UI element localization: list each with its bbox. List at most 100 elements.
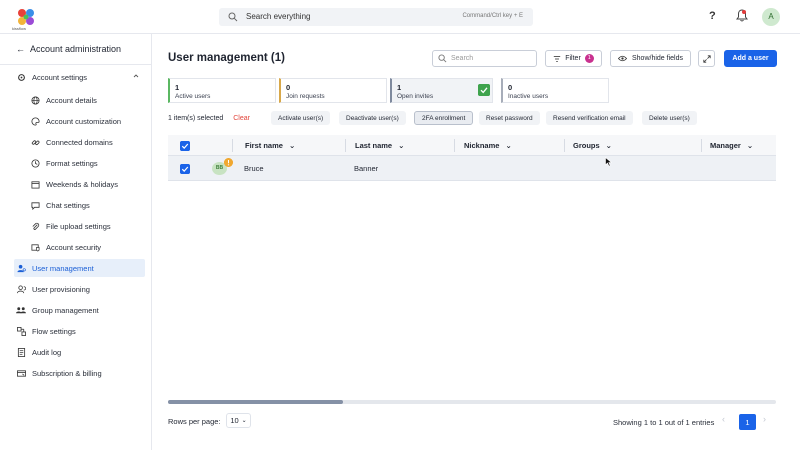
expand-button[interactable] bbox=[698, 50, 715, 67]
selection-count: 1 item(s) selected bbox=[168, 114, 224, 122]
user-sync-icon bbox=[14, 284, 28, 294]
resend-verification-email-button[interactable]: Resend verification email bbox=[546, 111, 633, 125]
table-header: First name ⌄ Last name ⌄ Nickname ⌄ Groups ⌄… bbox=[168, 135, 776, 156]
chevron-down-icon[interactable]: ⌄ bbox=[398, 141, 404, 150]
scrollbar-thumb[interactable] bbox=[168, 400, 343, 404]
sidebar-item-connected-domains[interactable]: Connected domains bbox=[28, 133, 145, 151]
sidebar-item-label: Group management bbox=[32, 305, 99, 315]
sidebar-item-user-provisioning[interactable]: User provisioning bbox=[14, 280, 145, 298]
sidebar-item-chat-settings[interactable]: Chat settings bbox=[28, 196, 145, 214]
column-header-nickname[interactable]: Nickname ⌄ bbox=[464, 135, 512, 156]
row-checkbox[interactable] bbox=[180, 163, 190, 174]
cell-first-name: Bruce bbox=[244, 164, 264, 173]
back-arrow-icon[interactable]: ← bbox=[16, 44, 28, 54]
reset-password-button[interactable]: Reset password bbox=[479, 111, 540, 125]
column-header-label: Manager bbox=[710, 141, 741, 150]
sidebar-header[interactable]: ← Account administration bbox=[16, 44, 121, 54]
sidebar-item-account-customization[interactable]: Account customization bbox=[28, 112, 145, 130]
sidebar-item-account-details[interactable]: Account details bbox=[28, 91, 145, 109]
help-icon[interactable]: ? bbox=[709, 10, 716, 22]
sidebar-item-label: Connected domains bbox=[46, 137, 113, 147]
link-icon bbox=[28, 138, 42, 147]
mouse-cursor-icon bbox=[605, 157, 612, 167]
chevron-down-icon[interactable]: ⌄ bbox=[747, 141, 753, 150]
sidebar-section-account-settings[interactable]: Account settings bbox=[14, 68, 145, 86]
delete-users-button[interactable]: Delete user(s) bbox=[642, 111, 697, 125]
clock-icon bbox=[28, 158, 42, 168]
billing-icon bbox=[14, 369, 28, 378]
activate-users-button[interactable]: Activate user(s) bbox=[271, 111, 331, 125]
column-separator[interactable] bbox=[564, 139, 565, 152]
column-header-groups[interactable]: Groups ⌄ bbox=[573, 135, 612, 156]
select-all-checkbox[interactable] bbox=[180, 140, 190, 151]
sidebar-item-label: User provisioning bbox=[32, 284, 90, 294]
rows-per-page-value: 10 bbox=[230, 416, 239, 425]
column-header-label: First name bbox=[245, 141, 283, 150]
column-separator[interactable] bbox=[232, 139, 233, 152]
sidebar-item-label: Account details bbox=[46, 95, 97, 105]
chevron-up-icon[interactable] bbox=[133, 73, 139, 79]
stat-label: Join requests bbox=[286, 93, 325, 100]
previous-page-button[interactable]: ‹ bbox=[722, 414, 725, 424]
sidebar-item-subscription-billing[interactable]: Subscription & billing bbox=[14, 364, 145, 382]
user-search-input[interactable]: Search bbox=[432, 50, 537, 67]
user-avatar[interactable]: A bbox=[762, 8, 780, 26]
column-header-label: Groups bbox=[573, 141, 600, 150]
rows-per-page-select[interactable]: 10 ⌄ bbox=[226, 413, 251, 428]
global-search-input[interactable]: Search everything Command/Ctrl key + E bbox=[219, 8, 533, 26]
add-user-button[interactable]: Add a user bbox=[724, 50, 777, 67]
warning-badge-icon bbox=[224, 158, 233, 167]
stat-card-inactive-users[interactable]: 0 Inactive users bbox=[501, 78, 609, 103]
rows-per-page-label: Rows per page: bbox=[168, 417, 221, 426]
sidebar-item-weekends-holidays[interactable]: Weekends & holidays bbox=[28, 175, 145, 193]
sidebar-item-label: Account customization bbox=[46, 116, 122, 126]
sidebar-item-file-upload-settings[interactable]: File upload settings bbox=[28, 217, 145, 235]
stat-count: 1 bbox=[397, 83, 402, 92]
sidebar-item-label: Account security bbox=[46, 242, 102, 252]
table-row[interactable]: BB Bruce Banner bbox=[168, 156, 776, 181]
chevron-down-icon[interactable]: ⌄ bbox=[289, 141, 295, 150]
kissflow-logo-icon[interactable] bbox=[16, 6, 36, 28]
horizontal-scrollbar[interactable] bbox=[168, 400, 776, 404]
column-separator[interactable] bbox=[701, 139, 702, 152]
stat-card-join-requests[interactable]: 0 Join requests bbox=[279, 78, 387, 103]
filter-button[interactable]: Filter 1 bbox=[545, 50, 602, 67]
chevron-down-icon[interactable]: ⌄ bbox=[606, 141, 612, 150]
sidebar-item-label: Flow settings bbox=[32, 326, 76, 336]
sidebar-item-account-security[interactable]: Account security bbox=[28, 238, 145, 256]
sidebar-section-label: Account settings bbox=[32, 72, 88, 82]
sidebar-item-label: Subscription & billing bbox=[32, 368, 102, 378]
show-hide-fields-button[interactable]: Show/hide fields bbox=[610, 50, 691, 67]
deactivate-users-button[interactable]: Deactivate user(s) bbox=[339, 111, 406, 125]
shield-icon bbox=[28, 243, 42, 252]
sidebar-item-user-management[interactable]: User management bbox=[14, 259, 145, 277]
stat-count: 0 bbox=[508, 83, 513, 92]
eye-icon bbox=[618, 55, 627, 62]
chevron-down-icon[interactable]: ⌄ bbox=[505, 141, 511, 150]
column-header-first-name[interactable]: First name ⌄ bbox=[245, 135, 295, 156]
chevron-down-icon: ⌄ bbox=[241, 418, 247, 424]
sidebar-item-format-settings[interactable]: Format settings bbox=[28, 154, 145, 172]
filter-label: Filter bbox=[565, 55, 581, 62]
sidebar-item-label: File upload settings bbox=[46, 221, 111, 231]
sidebar-item-flow-settings[interactable]: Flow settings bbox=[14, 322, 145, 340]
global-search-placeholder: Search everything bbox=[246, 12, 311, 21]
clear-selection-link[interactable]: Clear bbox=[233, 115, 250, 122]
stat-count: 1 bbox=[175, 83, 180, 92]
sidebar-item-group-management[interactable]: Group management bbox=[14, 301, 145, 319]
sidebar-item-audit-log[interactable]: Audit log bbox=[14, 343, 145, 361]
sidebar-title: Account administration bbox=[30, 44, 122, 54]
page-1-button[interactable]: 1 bbox=[739, 414, 756, 430]
calendar-icon bbox=[28, 180, 42, 189]
stat-card-active-users[interactable]: 1 Active users bbox=[168, 78, 276, 103]
column-separator[interactable] bbox=[345, 139, 346, 152]
next-page-button[interactable]: › bbox=[763, 414, 766, 424]
column-header-manager[interactable]: Manager ⌄ bbox=[710, 135, 753, 156]
user-gear-icon bbox=[14, 264, 28, 273]
main-content: User management (1) Search Filter 1 Show… bbox=[152, 34, 800, 450]
column-separator[interactable] bbox=[454, 139, 455, 152]
2fa-enrollment-button[interactable]: 2FA enrollment bbox=[414, 111, 474, 125]
sidebar: ← Account administration Account setting… bbox=[0, 34, 152, 450]
column-header-last-name[interactable]: Last name ⌄ bbox=[355, 135, 404, 156]
selection-bar: 1 item(s) selected Clear bbox=[168, 111, 250, 125]
